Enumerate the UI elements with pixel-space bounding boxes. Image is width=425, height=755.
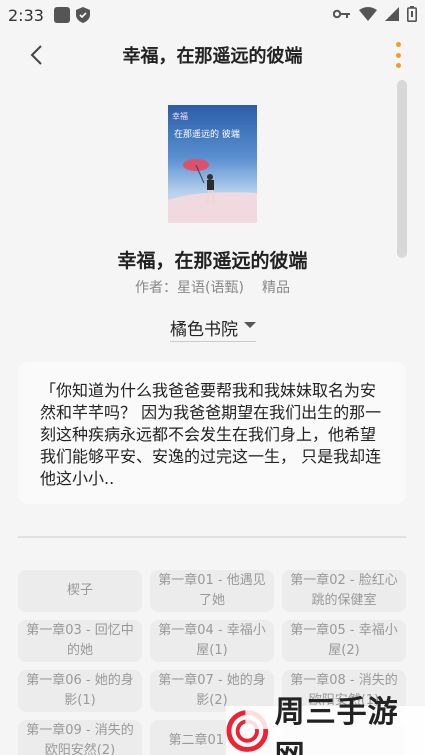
- book-cover: 幸福 在那遥远的 彼端: [168, 105, 257, 223]
- source-selector[interactable]: 橘色书院: [170, 314, 256, 342]
- status-bar: 2:33: [0, 0, 425, 30]
- book-meta: 作者：星语(语甄) 精品: [0, 277, 425, 297]
- divider: [18, 536, 406, 538]
- chapter-item[interactable]: 第一章03 - 回忆中的她: [18, 620, 142, 662]
- watermark-logo-icon: [226, 709, 269, 752]
- source-label: 橘色书院: [170, 320, 238, 340]
- watermark-text: 周三手游网: [274, 694, 399, 755]
- battery-icon: [407, 6, 417, 22]
- notification-icon: [53, 7, 70, 23]
- book-author: 作者：星语(语甄): [135, 280, 244, 296]
- key-icon: [333, 9, 350, 19]
- status-time: 2:33: [8, 5, 44, 25]
- book-title: 幸福，在那遥远的彼端: [117, 250, 308, 272]
- dropdown-caret-icon: [244, 322, 256, 328]
- cover-illustration: [168, 159, 257, 223]
- chapter-item[interactable]: 第一章06 - 她的身影(1): [18, 670, 142, 712]
- signal-icon: [385, 7, 399, 21]
- chapter-item[interactable]: 第一章02 - 脸红心跳的保健室: [282, 570, 406, 612]
- chapter-item[interactable]: 第一章09 - 消失的欧阳安然(2): [18, 720, 142, 755]
- top-bar: 幸福，在那遥远的彼端: [0, 30, 425, 80]
- watermark: 周三手游网: [226, 695, 425, 755]
- shield-icon: [75, 7, 90, 23]
- chapter-item[interactable]: 楔子: [18, 570, 142, 612]
- status-icons: [333, 6, 417, 22]
- page-title: 幸福，在那遥远的彼端: [122, 46, 303, 67]
- scrollbar[interactable]: [397, 80, 407, 258]
- wifi-icon: [359, 7, 377, 21]
- chapter-item[interactable]: 第一章01 - 他遇见了她: [150, 570, 274, 612]
- book-tag: 精品: [261, 280, 290, 296]
- more-options-icon[interactable]: [393, 42, 403, 68]
- chapter-item[interactable]: 第一章05 - 幸福小屋(2): [282, 620, 406, 662]
- book-intro: 「你知道为什么我爸爸要帮我和我妹妹取名为安然和芊芊吗？ 因为我爸爸期望在我们出生…: [18, 362, 406, 504]
- intro-text: 「你知道为什么我爸爸要帮我和我妹妹取名为安然和芊芊吗？ 因为我爸爸期望在我们出生…: [40, 381, 382, 488]
- chapter-item[interactable]: 第一章04 - 幸福小屋(1): [150, 620, 274, 662]
